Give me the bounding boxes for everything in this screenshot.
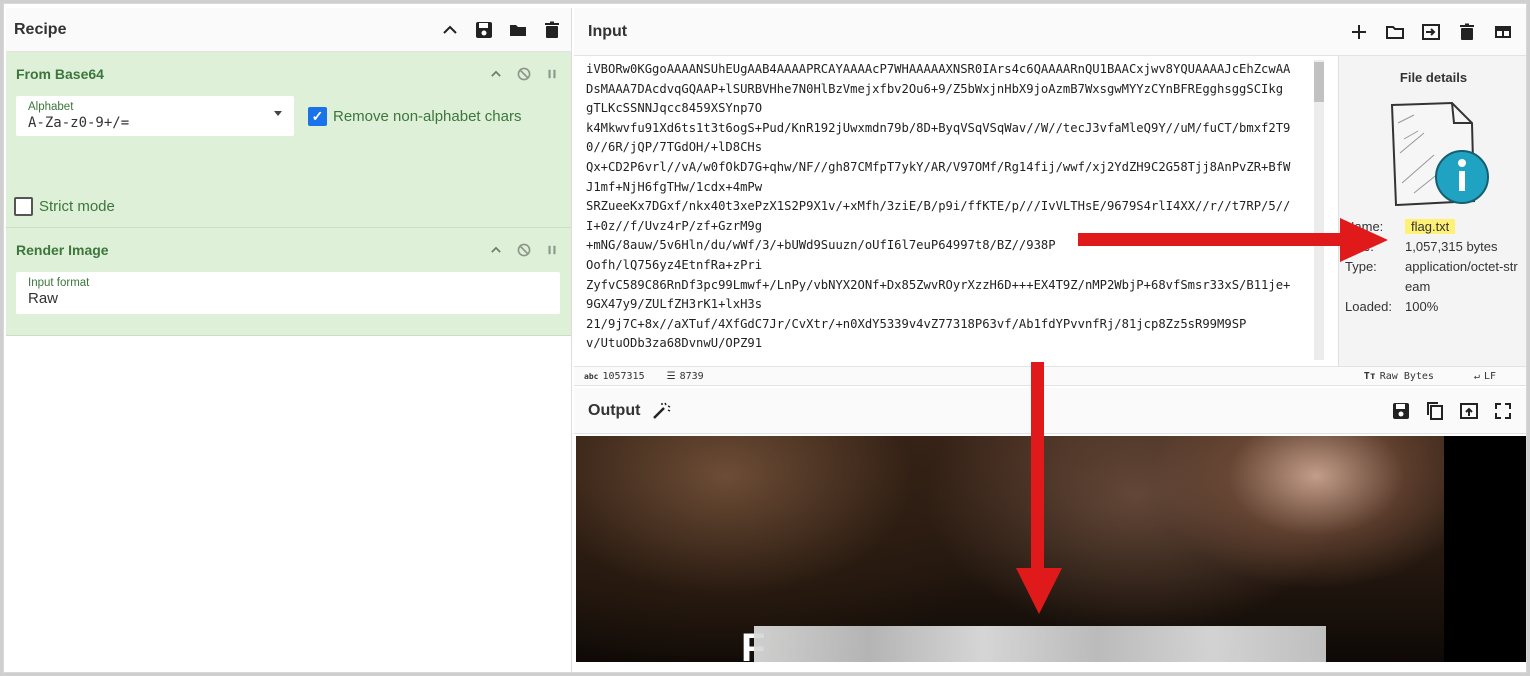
file-size-value: 1,057,315 bytes bbox=[1405, 239, 1498, 254]
replace-input-with-output-icon[interactable] bbox=[1458, 400, 1480, 422]
input-line: 0//6R/jQP/7TGdOH/+lD8CHs bbox=[586, 140, 763, 155]
alphabet-value: A-Za-z0-9+/= bbox=[28, 115, 130, 131]
reset-layout-icon[interactable] bbox=[1492, 21, 1514, 43]
dropdown-caret-icon bbox=[274, 111, 282, 116]
input-line: DsMAAA7DAcdvqGQAAP+lSURBVHhe7N0HlBzVmejx… bbox=[586, 81, 1284, 96]
input-header: Input bbox=[574, 8, 1526, 56]
input-format-label: Input format bbox=[28, 277, 90, 289]
eol-value: LF bbox=[1483, 370, 1496, 382]
input-format-value: Raw bbox=[28, 290, 59, 307]
collapse-chevron-up-icon[interactable] bbox=[487, 241, 505, 259]
text-encoding-icon: Tт bbox=[1363, 370, 1376, 382]
maximise-output-icon[interactable] bbox=[1492, 400, 1514, 422]
open-file-import-icon[interactable] bbox=[1420, 21, 1442, 43]
input-line: +mNG/8auw/5v6Hln/du/wWf/3/+bUWd9Suuzn/oU… bbox=[586, 238, 1056, 253]
operation-render-image: Render Image Input format Raw bbox=[6, 228, 571, 336]
redacted-blur-bar bbox=[754, 626, 1326, 662]
strict-mode-checkbox[interactable]: Strict mode bbox=[14, 197, 115, 216]
input-line: ZyfvC589C86RnDf3pc99Lmwf+/LnPy/vbNYX2ONf… bbox=[586, 277, 1291, 292]
lines-icon: ☰ bbox=[666, 370, 676, 382]
checkbox-checked-icon[interactable]: ✓ bbox=[308, 106, 327, 126]
input-panel: Input iVBORw0KGgoAAAANSUhEUgAAB4AAAAPRCA… bbox=[574, 8, 1526, 386]
char-count-value: 1057315 bbox=[602, 370, 645, 382]
file-name-key: Name: bbox=[1345, 219, 1384, 234]
file-info-icon bbox=[1374, 93, 1494, 213]
load-recipe-folder-icon[interactable] bbox=[507, 19, 529, 41]
save-output-icon[interactable] bbox=[1390, 400, 1412, 422]
disable-operation-icon[interactable] bbox=[515, 65, 533, 83]
char-count-icon: abc bbox=[584, 371, 599, 381]
file-size-row: Size: 1,057,315 bytes bbox=[1339, 237, 1526, 257]
char-count: abc 1057315 bbox=[584, 371, 645, 382]
clear-recipe-trash-icon[interactable] bbox=[541, 19, 563, 41]
recipe-panel: Recipe From Base64 Alphabet A-Za-z0-9+/=… bbox=[6, 8, 572, 672]
input-line: 9GX47y9/ZULfZH3rK1+lxH3s bbox=[586, 297, 763, 312]
line-count: ☰ 8739 bbox=[667, 371, 704, 382]
remove-non-alphabet-label: Remove non-alphabet chars bbox=[333, 107, 522, 125]
recipe-title: Recipe bbox=[14, 20, 67, 38]
checkbox-unchecked-icon[interactable] bbox=[14, 197, 33, 216]
scrollbar-thumb[interactable] bbox=[1314, 62, 1324, 102]
file-loaded-key: Loaded: bbox=[1345, 299, 1392, 314]
file-details-panel: File details Name: flag.txt Size: 1,057,… bbox=[1338, 56, 1526, 366]
file-type-key: Type: bbox=[1345, 259, 1377, 274]
output-title: Output bbox=[588, 401, 641, 419]
input-format-field[interactable]: Input format Raw bbox=[16, 272, 560, 314]
alphabet-label: Alphabet bbox=[28, 101, 74, 113]
disable-operation-icon[interactable] bbox=[515, 241, 533, 259]
input-textarea[interactable]: iVBORw0KGgoAAAANSUhEUgAAB4AAAAPRCAYAAAAc… bbox=[574, 56, 1326, 366]
collapse-chevron-up-icon[interactable] bbox=[487, 65, 505, 83]
operation-from-base64: From Base64 Alphabet A-Za-z0-9+/= ✓ Remo… bbox=[6, 52, 571, 228]
file-details-title: File details bbox=[1399, 70, 1468, 85]
input-line: v/UtuODb3za68DvnwU/OPZ91 bbox=[586, 336, 763, 351]
add-input-tab-plus-icon[interactable] bbox=[1348, 21, 1370, 43]
alphabet-select[interactable]: Alphabet A-Za-z0-9+/= bbox=[16, 96, 294, 136]
strict-mode-label: Strict mode bbox=[39, 198, 115, 215]
input-status-bar: abc 1057315 ☰ 8739 Tт Raw Bytes ↵ LF bbox=[574, 366, 1526, 386]
encoding-selector[interactable]: Tт Raw Bytes bbox=[1364, 371, 1434, 382]
magic-wand-icon[interactable] bbox=[650, 400, 672, 422]
file-loaded-row: Loaded: 100% bbox=[1339, 297, 1526, 317]
pause-breakpoint-icon[interactable] bbox=[543, 241, 561, 259]
pause-breakpoint-icon[interactable] bbox=[543, 65, 561, 83]
copy-output-icon[interactable] bbox=[1424, 400, 1446, 422]
file-type-row: Type: application/octet-stream bbox=[1339, 257, 1526, 297]
input-line: SRZueeKx7DGxf/nkx40t3xePzX1S2P9X1v/+xMfh… bbox=[586, 199, 1291, 214]
file-name-row: Name: flag.txt bbox=[1339, 217, 1526, 237]
input-line: I+0z//f/Uvz4rP/zf+GzrM9g bbox=[586, 218, 763, 233]
recipe-header: Recipe bbox=[6, 8, 571, 52]
open-folder-icon[interactable] bbox=[1384, 21, 1406, 43]
input-line: k4Mkwvfu91Xd6ts1t3t6ogS+Pud/KnR192jUwxmd… bbox=[586, 120, 1291, 135]
return-arrow-icon: ↵ bbox=[1473, 370, 1480, 382]
operation-title: Render Image bbox=[16, 242, 109, 258]
input-title: Input bbox=[588, 22, 628, 40]
output-panel: Output F bbox=[574, 388, 1526, 672]
collapse-chevron-up-icon[interactable] bbox=[439, 19, 461, 41]
operation-title: From Base64 bbox=[16, 66, 104, 82]
app-window: Recipe From Base64 Alphabet A-Za-z0-9+/=… bbox=[3, 3, 1527, 673]
rendered-output-image: F bbox=[576, 436, 1526, 662]
file-type-value: application/octet-stream bbox=[1405, 259, 1518, 294]
encoding-value: Raw Bytes bbox=[1379, 370, 1434, 382]
input-line: iVBORw0KGgoAAAANSUhEUgAAB4AAAAPRCAYAAAAc… bbox=[586, 62, 1291, 76]
remove-non-alphabet-checkbox[interactable]: ✓ Remove non-alphabet chars bbox=[308, 106, 522, 126]
input-line: 21/9j7C+8x//aXTuf/4XfGdC7Jr/CvXtr/+n0XdY… bbox=[586, 316, 1247, 331]
file-loaded-value: 100% bbox=[1405, 299, 1439, 314]
input-line: J1mf+NjH6fgTHw/1cdx+4mPw bbox=[586, 179, 763, 194]
clear-input-trash-icon[interactable] bbox=[1456, 21, 1478, 43]
input-line: Qx+CD2P6vrl//vA/w0fOkD7G+qhw/NF//gh87CMf… bbox=[586, 159, 1291, 174]
save-recipe-icon[interactable] bbox=[473, 19, 495, 41]
eol-selector[interactable]: ↵ LF bbox=[1474, 371, 1496, 382]
input-line: gTLKcSSNNJqcc8459XSYnp7O bbox=[586, 101, 763, 116]
file-size-key: Size: bbox=[1345, 239, 1374, 254]
file-name-value: flag.txt bbox=[1405, 219, 1456, 234]
output-header: Output bbox=[574, 388, 1526, 434]
line-count-value: 8739 bbox=[679, 370, 704, 382]
input-line: Oofh/lQ756yz4EtnfRa+zPri bbox=[586, 257, 763, 272]
input-scrollbar[interactable] bbox=[1314, 60, 1324, 360]
